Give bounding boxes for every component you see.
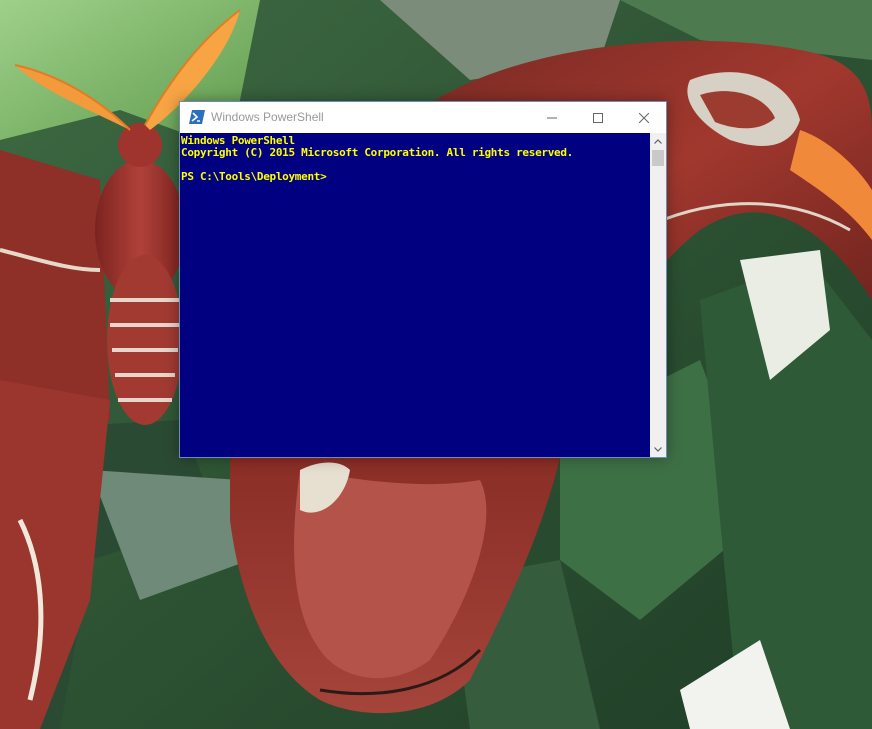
maximize-icon [593, 112, 603, 123]
minimize-button[interactable] [529, 102, 575, 133]
close-button[interactable] [621, 102, 667, 133]
scrollbar-thumb[interactable] [652, 150, 664, 166]
scroll-down-icon [654, 446, 662, 452]
powershell-window[interactable]: Windows PowerShell Windows PowerShell Co… [179, 101, 667, 458]
scroll-down-button[interactable] [650, 441, 666, 457]
scroll-up-icon [654, 138, 662, 144]
close-icon [639, 112, 649, 123]
console-output[interactable]: Windows PowerShell Copyright (C) 2015 Mi… [180, 133, 650, 457]
scroll-up-button[interactable] [650, 133, 666, 149]
console-prompt[interactable]: PS C:\Tools\Deployment> [181, 171, 327, 183]
powershell-icon[interactable] [189, 110, 205, 124]
console-line: Copyright (C) 2015 Microsoft Corporation… [181, 146, 573, 159]
maximize-button[interactable] [575, 102, 621, 133]
window-titlebar[interactable]: Windows PowerShell [180, 102, 666, 133]
minimize-icon [547, 117, 557, 118]
vertical-scrollbar[interactable] [650, 133, 666, 457]
window-title: Windows PowerShell [211, 110, 324, 124]
